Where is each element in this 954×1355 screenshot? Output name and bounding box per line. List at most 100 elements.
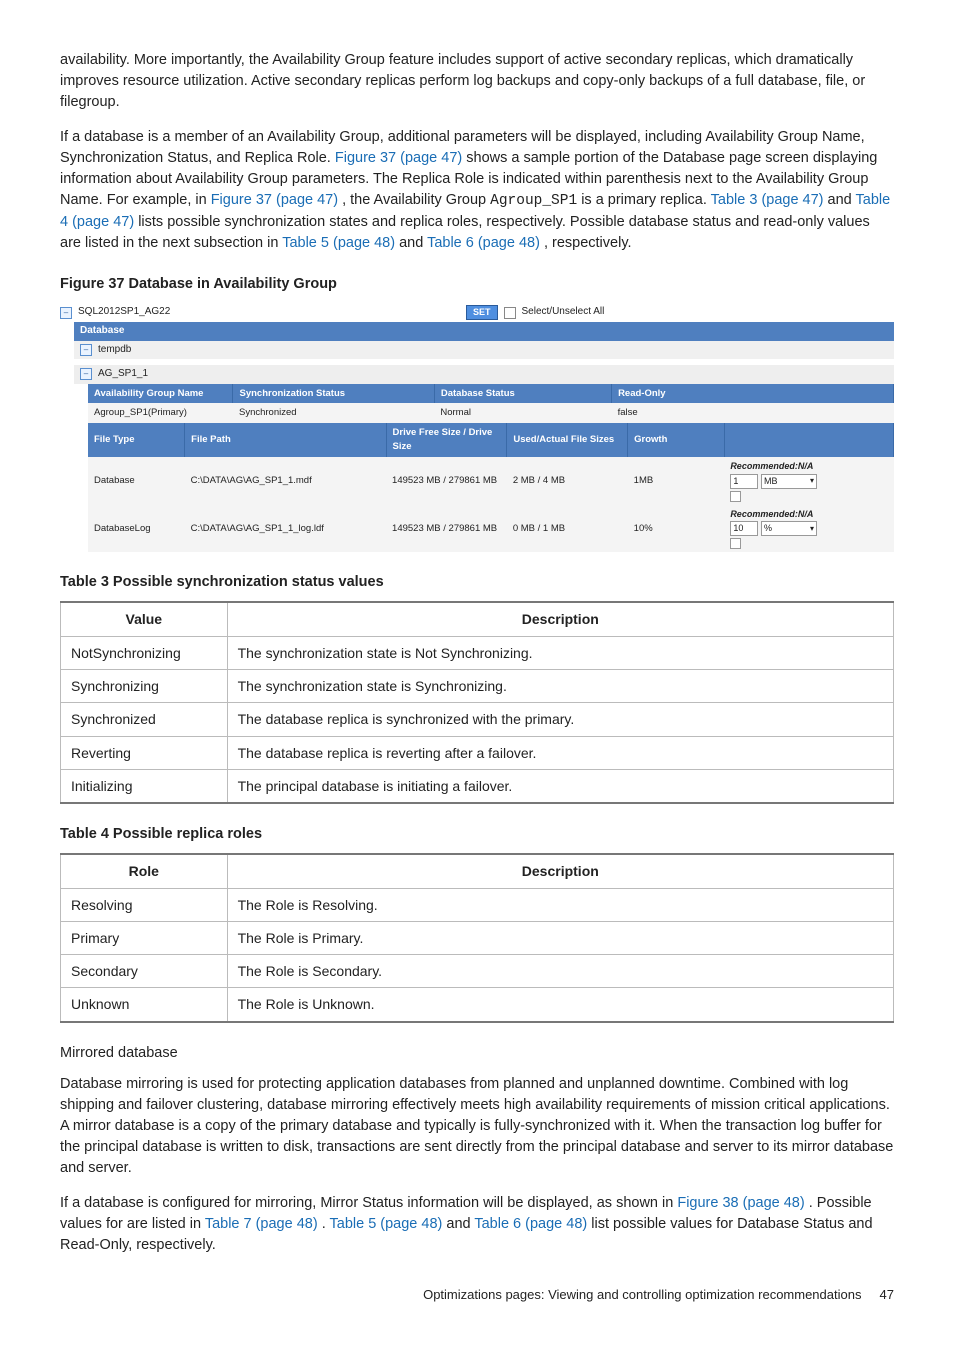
mirror-paragraph-2: If a database is configured for mirrorin… xyxy=(60,1193,894,1256)
cell: The Role is Resolving. xyxy=(227,888,893,921)
cell: Primary xyxy=(61,921,228,954)
col-drivefree: Drive Free Size / Drive Size xyxy=(386,423,507,457)
cell: The Role is Primary. xyxy=(227,921,893,954)
tempdb-label: tempdb xyxy=(98,343,131,358)
cell-readonly: false xyxy=(612,403,894,423)
table-3: Value Description NotSynchronizingThe sy… xyxy=(60,601,894,804)
text: is a primary replica. xyxy=(581,192,710,208)
growth-unit-select[interactable]: MB▾ xyxy=(761,474,817,489)
table-3-link[interactable]: Table 3 (page 47) xyxy=(711,192,824,208)
cell-sync: Synchronized xyxy=(233,403,434,423)
chevron-down-icon: ▾ xyxy=(810,523,814,535)
cell: Synchronized xyxy=(61,703,228,736)
figure-38-link[interactable]: Figure 38 (page 48) xyxy=(677,1195,804,1211)
col-growth: Growth xyxy=(628,423,725,457)
col-description: Description xyxy=(227,854,893,888)
table-7-link[interactable]: Table 7 (page 48) xyxy=(205,1216,318,1232)
col-readonly: Read-Only xyxy=(612,384,894,404)
table-row: PrimaryThe Role is Primary. xyxy=(61,921,894,954)
figure-37-link-2[interactable]: Figure 37 (page 47) xyxy=(211,192,338,208)
cell-growth: 1MB xyxy=(628,457,725,505)
figure-37-caption: Figure 37 Database in Availability Group xyxy=(60,274,894,295)
col-value: Value xyxy=(61,602,228,636)
cell-filepath: C:\DATA\AG\AG_SP1_1_log.ldf xyxy=(185,505,386,553)
apply-checkbox[interactable] xyxy=(730,491,741,502)
cell: The database replica is reverting after … xyxy=(227,736,893,769)
cell: The principal database is initiating a f… xyxy=(227,769,893,803)
text: If a database is configured for mirrorin… xyxy=(60,1195,677,1211)
col-filetype: File Type xyxy=(88,423,185,457)
figure-37-link[interactable]: Figure 37 (page 47) xyxy=(335,150,462,166)
collapse-icon[interactable]: – xyxy=(60,307,72,319)
cell-filetype: Database xyxy=(88,457,185,505)
cell-used: 2 MB / 4 MB xyxy=(507,457,628,505)
intro-paragraph-1: availability. More importantly, the Avai… xyxy=(60,50,894,113)
footer-text: Optimizations pages: Viewing and control… xyxy=(423,1287,861,1302)
table-4-caption: Table 4 Possible replica roles xyxy=(60,824,894,845)
col-filepath: File Path xyxy=(185,423,386,457)
cell-drive: 149523 MB / 279861 MB xyxy=(386,505,507,553)
cell-growth: 10% xyxy=(628,505,725,553)
sql-instance-label: SQL2012SP1_AG22 xyxy=(78,305,170,320)
growth-value-input[interactable]: 10 xyxy=(730,521,758,536)
recommended-label: Recommended:N/A xyxy=(730,509,813,519)
cell: Secondary xyxy=(61,955,228,988)
growth-unit-select[interactable]: %▾ xyxy=(761,521,817,536)
table-row: ResolvingThe Role is Resolving. xyxy=(61,888,894,921)
table-5-link-b[interactable]: Table 5 (page 48) xyxy=(330,1216,443,1232)
col-description: Description xyxy=(227,602,893,636)
file-details-table: File Type File Path Drive Free Size / Dr… xyxy=(88,423,894,552)
apply-checkbox[interactable] xyxy=(730,538,741,549)
col-sync-status: Synchronization Status xyxy=(233,384,434,404)
set-button[interactable]: SET xyxy=(466,305,498,320)
recommended-label: Recommended:N/A xyxy=(730,461,813,471)
cell: Unknown xyxy=(61,988,228,1022)
table-row: InitializingThe principal database is in… xyxy=(61,769,894,803)
cell-status: Normal xyxy=(434,403,611,423)
mirrored-database-heading: Mirrored database xyxy=(60,1043,894,1064)
text: , respectively. xyxy=(544,235,632,251)
page-number: 47 xyxy=(880,1287,894,1302)
col-used: Used/Actual File Sizes xyxy=(507,423,628,457)
cell-filepath: C:\DATA\AG\AG_SP1_1.mdf xyxy=(185,457,386,505)
table-6-link-b[interactable]: Table 6 (page 48) xyxy=(474,1216,587,1232)
ag-node-label: AG_SP1_1 xyxy=(98,367,148,382)
cell: Initializing xyxy=(61,769,228,803)
mirror-paragraph-1: Database mirroring is used for protectin… xyxy=(60,1074,894,1179)
select-all-label: Select/Unselect All xyxy=(522,305,605,320)
table-4: Role Description ResolvingThe Role is Re… xyxy=(60,853,894,1022)
table-6-link[interactable]: Table 6 (page 48) xyxy=(427,235,540,251)
code-sample: Agroup_SP1 xyxy=(490,193,577,209)
col-role: Role xyxy=(61,854,228,888)
screenshot-figure-37: – SQL2012SP1_AG22 SET Select/Unselect Al… xyxy=(60,303,894,552)
cell: Synchronizing xyxy=(61,670,228,703)
text: and xyxy=(399,235,427,251)
cell-ag-name: Agroup_SP1(Primary) xyxy=(88,403,233,423)
table-row: SecondaryThe Role is Secondary. xyxy=(61,955,894,988)
growth-value-input[interactable]: 1 xyxy=(730,474,758,489)
cell-drive: 149523 MB / 279861 MB xyxy=(386,457,507,505)
col-db-status: Database Status xyxy=(434,384,611,404)
collapse-icon[interactable]: – xyxy=(80,344,92,356)
collapse-icon[interactable]: – xyxy=(80,368,92,380)
table-row: SynchronizingThe synchronization state i… xyxy=(61,670,894,703)
text: , the Availability Group xyxy=(342,192,490,208)
cell: The Role is Unknown. xyxy=(227,988,893,1022)
table-row: RevertingThe database replica is reverti… xyxy=(61,736,894,769)
page-footer: Optimizations pages: Viewing and control… xyxy=(60,1286,894,1305)
cell: The synchronization state is Not Synchro… xyxy=(227,636,893,669)
cell: NotSynchronizing xyxy=(61,636,228,669)
cell: The database replica is synchronized wit… xyxy=(227,703,893,736)
cell: The Role is Secondary. xyxy=(227,955,893,988)
table-3-caption: Table 3 Possible synchronization status … xyxy=(60,572,894,593)
table-row: NotSynchronizingThe synchronization stat… xyxy=(61,636,894,669)
intro-paragraph-2: If a database is a member of an Availabi… xyxy=(60,127,894,254)
cell: Reverting xyxy=(61,736,228,769)
cell: The synchronization state is Synchronizi… xyxy=(227,670,893,703)
select-all-checkbox[interactable] xyxy=(504,307,516,319)
col-ag-name: Availability Group Name xyxy=(88,384,233,404)
cell-used: 0 MB / 1 MB xyxy=(507,505,628,553)
database-section-header: Database xyxy=(74,322,894,341)
table-5-link[interactable]: Table 5 (page 48) xyxy=(282,235,395,251)
availability-group-table: Availability Group Name Synchronization … xyxy=(88,384,894,424)
